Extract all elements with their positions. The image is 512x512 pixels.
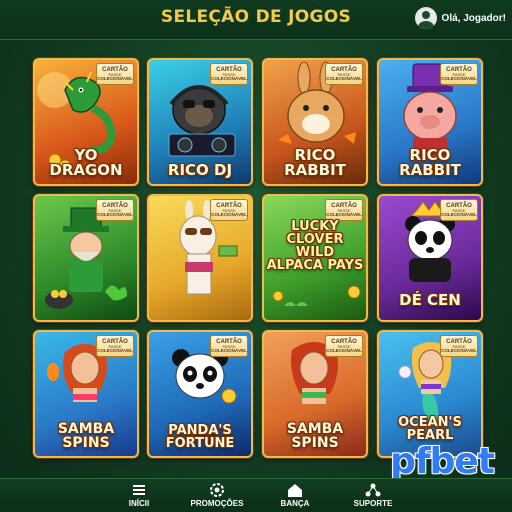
game-card-rico-rabbit-2[interactable]: CARTÃO PASSE COLECIONÁVEL RICO RABBIT [377,58,483,186]
nav-label: INÍCII [128,499,150,508]
game-card-rico-rabbit[interactable]: CARTÃO PASSE COLECIONÁVEL RICO RABBIT [262,58,368,186]
menu-icon [133,485,145,495]
nav-item-inicio[interactable]: INÍCII [104,482,174,508]
collectible-badge: CARTÃO PASSE COLECIONÁVEL [325,199,363,221]
collectible-badge: CARTÃO PASSE COLECIONÁVEL [96,335,134,357]
game-title: RICO DJ [167,161,233,179]
nav-item-suporte[interactable]: SUPORTE [338,482,408,508]
collectible-badge: CARTÃO PASSE COLECIONÁVEL [440,63,478,85]
game-title: PANDA'S FORTUNE [165,423,235,451]
game-title: SAMBA SPINS [57,421,115,451]
collectible-badge: CARTÃO PASSE COLECIONÁVEL [325,63,363,85]
collectible-badge: CARTÃO PASSE COLECIONÁVEL [325,335,363,357]
collectible-badge: CARTÃO PASSE COLECIONÁVEL [96,63,134,85]
game-title: SAMBA SPINS [286,421,344,451]
game-title: OCEAN'S PEARL [398,415,462,443]
nav-label: PROMOÇÕES [190,499,244,508]
collectible-badge: CARTÃO PASSE COLECIONÁVEL [210,335,248,357]
game-card-oceans-pearl[interactable]: CARTÃO PASSE COLECIONÁVEL OCEAN'S PEARL [377,330,483,458]
games-grid: CARTÃO PASSE COLECIONÁVEL YO DRAGON CARTÃO… [0,0,512,460]
collectible-badge: CARTÃO PASSE COLECIONÁVEL [440,335,478,357]
game-title: DÉ CEN [399,291,461,309]
game-card-yo-dragon[interactable]: CARTÃO PASSE COLECIONÁVEL YO DRAGON [33,58,139,186]
nav-label: BANÇA [280,499,310,508]
collectible-badge: CARTÃO PASSE COLECIONÁVEL [210,63,248,85]
game-title: RICO RABBIT [284,146,346,179]
game-card-rico-dj[interactable]: CARTÃO PASSE COLECIONÁVEL RICO DJ [147,58,253,186]
game-card-leprechaun[interactable]: CARTÃO PASSE COLECIONÁVEL [33,194,139,322]
collectible-badge: CARTÃO PASSE COLECIONÁVEL [96,199,134,221]
game-title: LUCKY CLOVER WILD ALPACA PAYS [266,219,364,273]
support-icon [365,483,381,497]
game-card-samba-spins[interactable]: CARTÃO PASSE COLECIONÁVEL SAMBA SPINS [33,330,139,458]
game-card-samba-spins-2[interactable]: CARTÃO PASSE COLECIONÁVEL SAMBA SPINS [262,330,368,458]
game-card-de-cen[interactable]: CARTÃO PASSE COLECIONÁVEL DÉ CEN [377,194,483,322]
collectible-badge: CARTÃO PASSE COLECIONÁVEL [210,199,248,221]
brand-logo: pfbet [390,441,495,482]
home-icon [288,484,302,497]
gear-icon [210,483,224,497]
collectible-badge: CARTÃO PASSE COLECIONÁVEL [440,199,478,221]
game-title: RICO RABBIT [399,146,461,179]
bottom-navigation: INÍCII PROMOÇÕES BANÇA SUPORTE [0,478,512,512]
game-card-llama[interactable]: CARTÃO PASSE COLECIONÁVEL [147,194,253,322]
game-title: YO DRAGON [49,146,123,179]
nav-item-banca[interactable]: BANÇA [260,482,330,508]
game-card-lucky-clover[interactable]: CARTÃO PASSE COLECIONÁVEL LUCKY CLOVER WIL… [262,194,368,322]
nav-item-promocoes[interactable]: PROMOÇÕES [182,482,252,508]
game-card-pandas-fortune[interactable]: CARTÃO PASSE COLECIONÁVEL PANDA'S FORTUNE [147,330,253,458]
nav-label: SUPORTE [353,499,393,508]
